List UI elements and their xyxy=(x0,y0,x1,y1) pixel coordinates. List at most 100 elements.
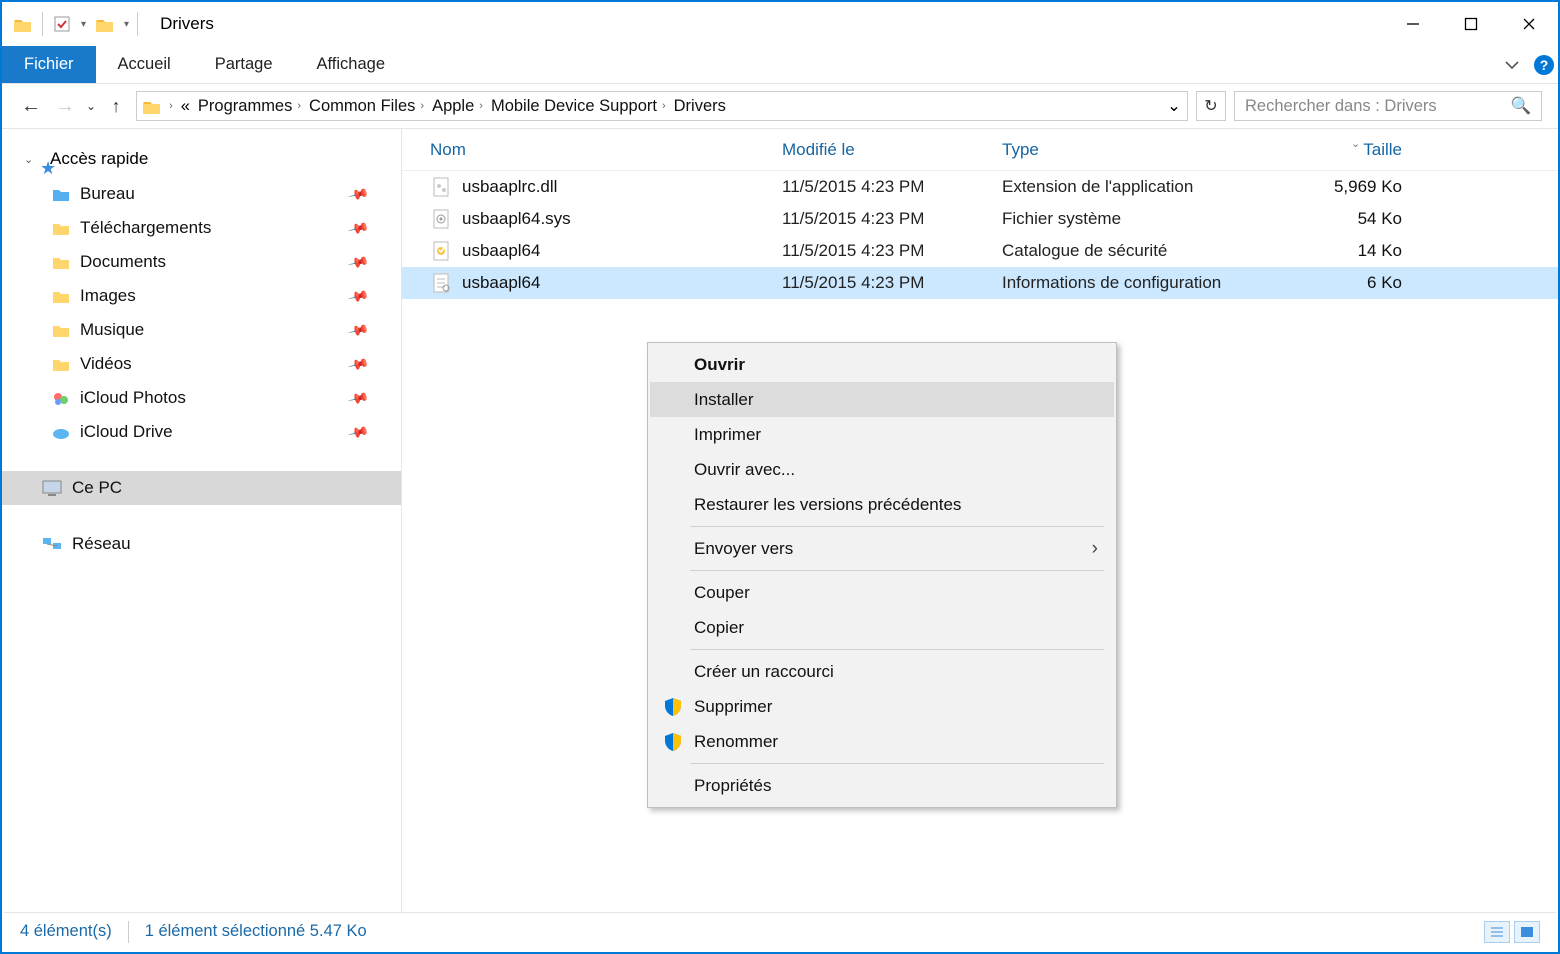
file-date: 11/5/2015 4:23 PM xyxy=(782,273,1002,293)
sidebar-item-label: Bureau xyxy=(80,184,135,204)
file-size: 5,969 Ko xyxy=(1306,177,1426,197)
view-details-button[interactable] xyxy=(1484,921,1510,943)
sidebar-item-network[interactable]: Réseau xyxy=(2,527,401,561)
tab-home[interactable]: Accueil xyxy=(96,46,193,83)
sidebar-header-label: Accès rapide xyxy=(50,149,148,169)
up-button[interactable]: ↑ xyxy=(104,96,128,117)
breadcrumb-folder-icon xyxy=(143,99,161,114)
context-separator xyxy=(690,570,1104,571)
qat-dropdown-icon[interactable]: ▾ xyxy=(81,19,86,30)
qat-dropdown-icon-2[interactable]: ▾ xyxy=(124,19,129,30)
sidebar-item-label: Documents xyxy=(80,252,166,272)
pin-icon: 📌 xyxy=(346,386,370,409)
context-properties[interactable]: Propriétés xyxy=(650,768,1114,803)
sidebar-item-label: Ce PC xyxy=(72,478,122,498)
breadcrumb-dropdown-icon[interactable]: ⌄ xyxy=(1167,96,1181,116)
context-open-with[interactable]: Ouvrir avec... xyxy=(650,452,1114,487)
titlebar-separator-2 xyxy=(137,12,138,36)
search-input[interactable]: Rechercher dans : Drivers 🔍 xyxy=(1234,91,1542,121)
help-button[interactable]: ? xyxy=(1530,54,1558,76)
sidebar-item-desktop[interactable]: Bureau📌 xyxy=(2,177,401,211)
search-icon: 🔍 xyxy=(1510,97,1531,116)
tab-view[interactable]: Affichage xyxy=(295,46,408,83)
chevron-icon[interactable]: › xyxy=(420,100,424,112)
status-selection: 1 élément sélectionné 5.47 Ko xyxy=(145,922,367,941)
column-modified[interactable]: Modifié le xyxy=(782,140,1002,160)
sidebar-item-videos[interactable]: Vidéos📌 xyxy=(2,347,401,381)
context-cut[interactable]: Couper xyxy=(650,575,1114,610)
file-type: Extension de l'application xyxy=(1002,177,1306,197)
context-send-to[interactable]: Envoyer vers› xyxy=(650,531,1114,566)
forward-button[interactable]: → xyxy=(52,93,78,119)
sidebar-item-icloud-drive[interactable]: iCloud Drive📌 xyxy=(2,415,401,449)
sidebar-item-label: Musique xyxy=(80,320,144,340)
breadcrumb-item[interactable]: Apple xyxy=(432,97,474,116)
status-count: 4 élément(s) xyxy=(20,922,112,941)
tab-file[interactable]: Fichier xyxy=(2,46,96,83)
context-menu: Ouvrir Installer Imprimer Ouvrir avec...… xyxy=(647,342,1117,808)
network-icon xyxy=(42,536,62,552)
history-dropdown-icon[interactable]: ⌄ xyxy=(86,99,96,113)
context-restore[interactable]: Restaurer les versions précédentes xyxy=(650,487,1114,522)
pin-icon: 📌 xyxy=(346,352,370,375)
file-name: usbaapl64 xyxy=(462,273,540,293)
submenu-arrow-icon: › xyxy=(1092,538,1098,560)
file-row[interactable]: usbaapl64 11/5/2015 4:23 PM Informations… xyxy=(402,267,1558,299)
context-open[interactable]: Ouvrir xyxy=(650,347,1114,382)
sidebar-item-images[interactable]: Images📌 xyxy=(2,279,401,313)
context-shortcut[interactable]: Créer un raccourci xyxy=(650,654,1114,689)
ribbon-collapse-icon[interactable] xyxy=(1494,60,1530,70)
sidebar-item-downloads[interactable]: Téléchargements📌 xyxy=(2,211,401,245)
chevron-icon[interactable]: › xyxy=(662,100,666,112)
sidebar-item-music[interactable]: Musique📌 xyxy=(2,313,401,347)
sidebar-quick-access[interactable]: ⌄ ★ Accès rapide xyxy=(2,143,401,177)
folder-icon xyxy=(52,187,70,202)
breadcrumb-item[interactable]: Common Files xyxy=(309,97,415,116)
column-name[interactable]: Nom xyxy=(402,140,782,160)
file-row[interactable]: usbaaplrc.dll 11/5/2015 4:23 PM Extensio… xyxy=(402,171,1558,203)
sidebar-item-documents[interactable]: Documents📌 xyxy=(2,245,401,279)
properties-qat-icon[interactable] xyxy=(51,13,73,35)
view-thumbnails-button[interactable] xyxy=(1514,921,1540,943)
icloud-photos-icon xyxy=(52,391,70,406)
sidebar-item-icloud-photos[interactable]: iCloud Photos📌 xyxy=(2,381,401,415)
file-row[interactable]: usbaapl64.sys 11/5/2015 4:23 PM Fichier … xyxy=(402,203,1558,235)
folder-icon xyxy=(52,255,70,270)
breadcrumb-ellipsis[interactable]: « xyxy=(181,97,190,116)
context-separator xyxy=(690,649,1104,650)
context-rename[interactable]: Renommer xyxy=(650,724,1114,759)
sidebar-item-label: Téléchargements xyxy=(80,218,211,238)
chevron-icon[interactable]: › xyxy=(297,100,301,112)
context-install[interactable]: Installer xyxy=(650,382,1114,417)
context-print[interactable]: Imprimer xyxy=(650,417,1114,452)
breadcrumb-field[interactable]: › « Programmes › Common Files › Apple › Mob… xyxy=(136,91,1188,121)
sort-indicator-icon: ⌄ xyxy=(1351,137,1360,150)
chevron-icon[interactable]: › xyxy=(479,100,483,112)
window-title: Drivers xyxy=(160,14,214,34)
minimize-button[interactable] xyxy=(1384,4,1442,44)
context-rename-label: Renommer xyxy=(694,732,778,752)
context-delete-label: Supprimer xyxy=(694,697,772,717)
context-delete[interactable]: Supprimer xyxy=(650,689,1114,724)
title-bar: ▾ ▾ Drivers xyxy=(2,2,1558,46)
maximize-button[interactable] xyxy=(1442,4,1500,44)
tab-share[interactable]: Partage xyxy=(193,46,295,83)
file-size: 54 Ko xyxy=(1306,209,1426,229)
context-copy[interactable]: Copier xyxy=(650,610,1114,645)
file-row[interactable]: usbaapl64 11/5/2015 4:23 PM Catalogue de… xyxy=(402,235,1558,267)
column-size[interactable]: ⌄Taille xyxy=(1306,140,1426,160)
column-headers: Nom Modifié le Type ⌄Taille xyxy=(402,129,1558,171)
uac-shield-icon xyxy=(662,731,684,753)
refresh-button[interactable]: ↻ xyxy=(1196,91,1226,121)
back-button[interactable]: ← xyxy=(18,93,44,119)
pin-icon: 📌 xyxy=(346,420,370,443)
breadcrumb-item[interactable]: Drivers xyxy=(674,97,726,116)
close-button[interactable] xyxy=(1500,4,1558,44)
breadcrumb-item[interactable]: Mobile Device Support xyxy=(491,97,657,116)
sidebar-item-this-pc[interactable]: Ce PC xyxy=(2,471,401,505)
file-name: usbaaplrc.dll xyxy=(462,177,557,197)
breadcrumb-item[interactable]: Programmes xyxy=(198,97,292,116)
chevron-icon[interactable]: › xyxy=(169,100,173,112)
column-type[interactable]: Type xyxy=(1002,140,1306,160)
context-separator xyxy=(690,526,1104,527)
